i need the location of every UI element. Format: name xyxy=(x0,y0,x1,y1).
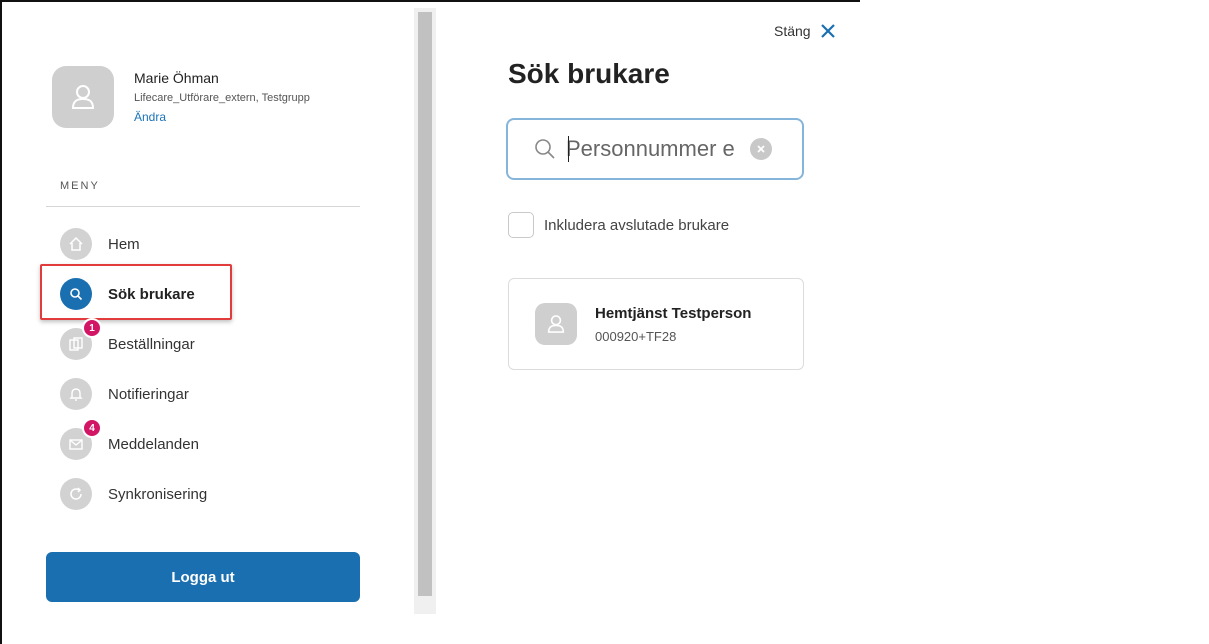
sidebar-item-label: Notifieringar xyxy=(108,385,189,403)
sync-icon xyxy=(60,478,92,510)
menu-heading: MENY xyxy=(60,180,100,192)
include-finished-toggle[interactable]: Inkludera avslutade brukare xyxy=(508,212,729,238)
bell-icon xyxy=(60,378,92,410)
profile-role: Lifecare_Utförare_extern, Testgrupp xyxy=(134,92,310,104)
text-caret xyxy=(568,136,569,162)
sidebar-item-meddelanden[interactable]: 4 Meddelanden xyxy=(46,418,346,464)
sidebar-item-hem[interactable]: Hem xyxy=(46,224,346,264)
page-title: Sök brukare xyxy=(508,58,670,89)
search-box[interactable] xyxy=(506,118,804,180)
scrollbar-thumb[interactable] xyxy=(418,12,432,596)
avatar xyxy=(52,66,114,128)
sidebar-item-label: Synkronisering xyxy=(108,485,208,503)
profile-name: Marie Öhman xyxy=(134,70,219,86)
user-avatar-icon xyxy=(535,303,577,345)
search-icon xyxy=(535,139,555,159)
include-finished-label: Inkludera avslutade brukare xyxy=(544,216,730,234)
messages-badge: 4 xyxy=(82,418,102,438)
result-name: Hemtjänst Testperson xyxy=(595,305,752,322)
close-label: Stäng xyxy=(774,23,811,39)
sidebar-item-label: Hem xyxy=(108,235,140,253)
include-finished-checkbox[interactable] xyxy=(508,212,534,238)
result-id: 000920+TF28 xyxy=(595,329,677,344)
result-card[interactable]: Hemtjänst Testperson 000920+TF28 xyxy=(508,278,804,370)
orders-icon: 1 xyxy=(60,318,102,360)
logout-button[interactable]: Logga ut xyxy=(46,552,360,602)
mail-icon: 4 xyxy=(60,418,102,460)
sidebar-item-bestallningar[interactable]: 1 Beställningar xyxy=(46,318,346,364)
sidebar-item-notifieringar[interactable]: Notifieringar xyxy=(46,374,346,414)
menu-divider xyxy=(46,206,360,207)
close-button[interactable]: Stäng xyxy=(774,22,837,40)
close-icon xyxy=(820,24,835,38)
clear-icon[interactable] xyxy=(750,138,772,160)
search-input[interactable] xyxy=(566,136,744,162)
change-profile-link[interactable]: Ändra xyxy=(134,110,166,124)
sidebar-item-synkronisering[interactable]: Synkronisering xyxy=(46,474,346,514)
sidebar-item-label: Beställningar xyxy=(108,335,195,353)
highlight-box xyxy=(40,264,232,320)
orders-badge: 1 xyxy=(82,318,102,338)
sidebar-item-label: Meddelanden xyxy=(108,435,199,453)
user-icon xyxy=(71,85,95,109)
home-icon xyxy=(60,228,92,260)
